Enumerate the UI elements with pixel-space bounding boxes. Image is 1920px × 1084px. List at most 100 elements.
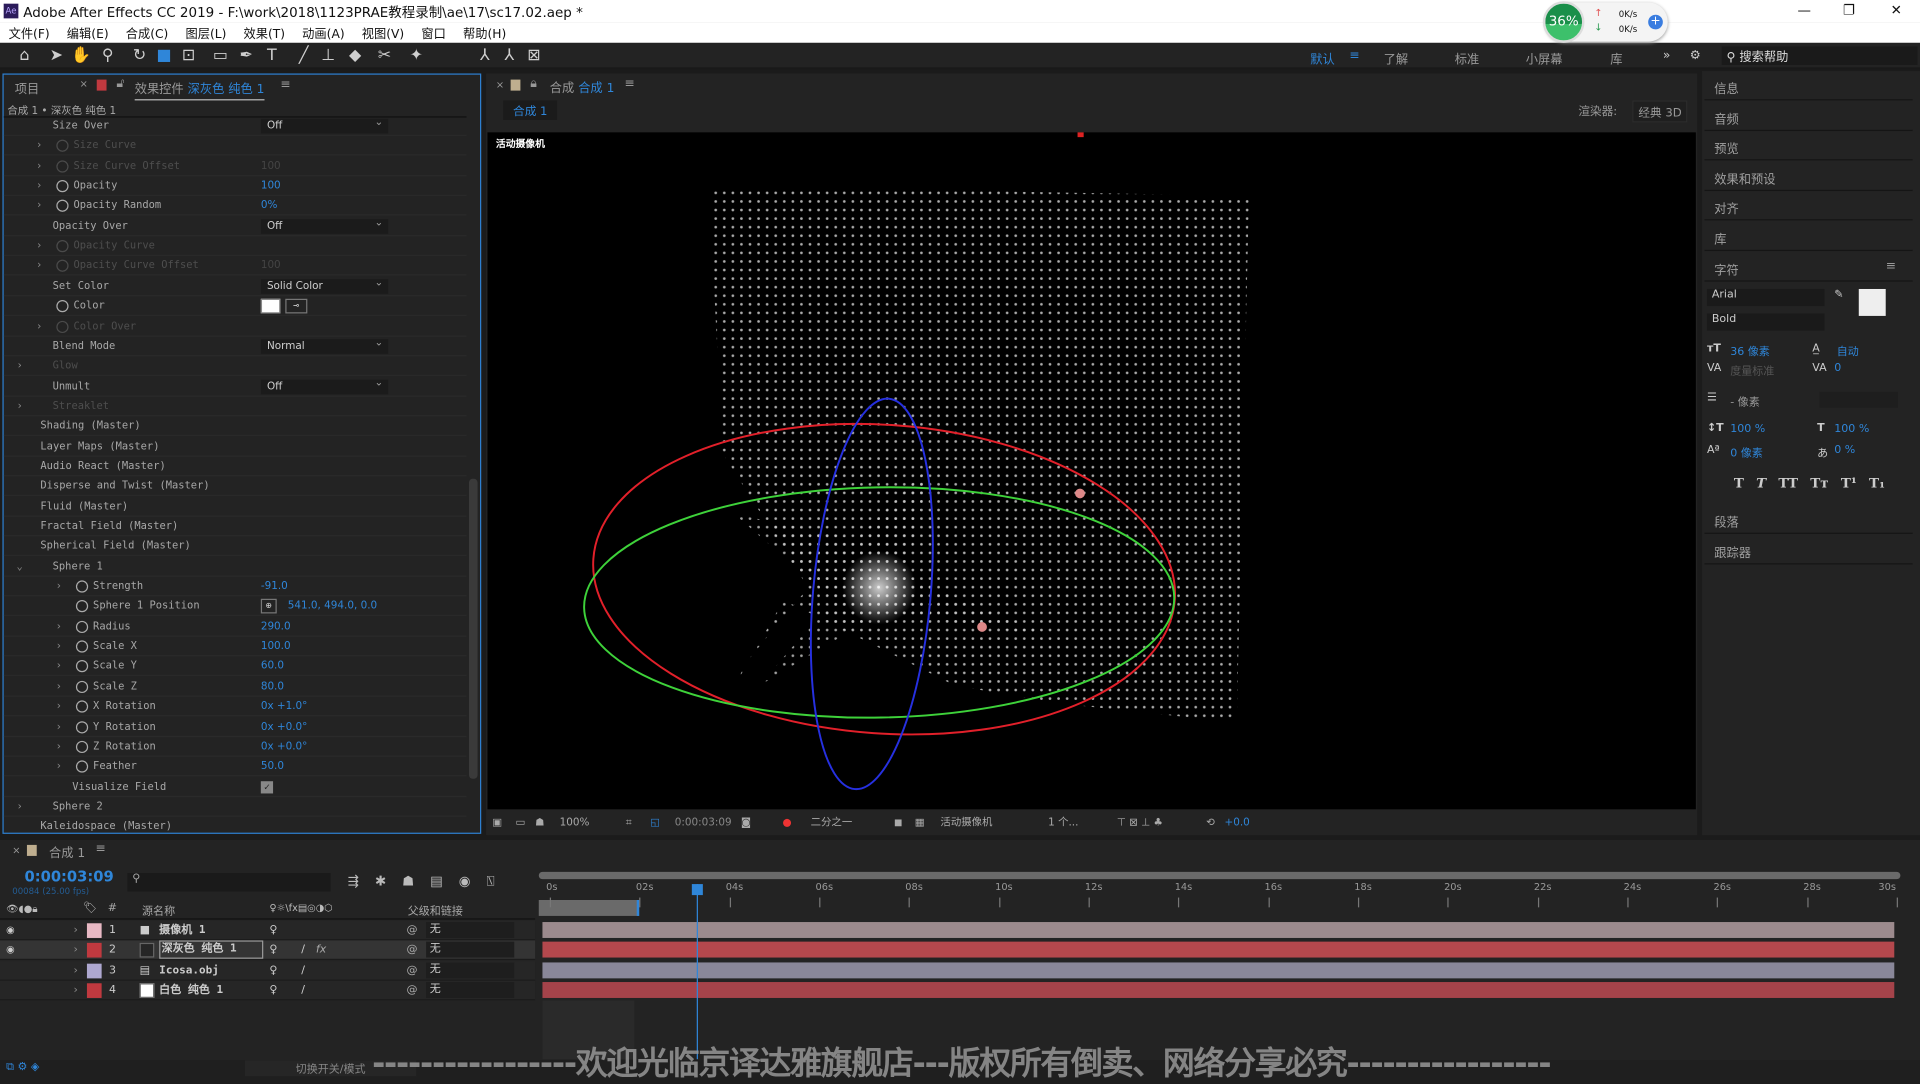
chevron-right-icon[interactable]: › (33, 176, 45, 196)
text-style-button[interactable]: TT (1778, 475, 1798, 491)
panel-header-6[interactable]: 字符 (1704, 252, 1913, 282)
chevron-right-icon[interactable]: › (53, 757, 65, 777)
lock-icon[interactable]: 🔓︎ (116, 77, 124, 90)
leading-value[interactable]: 自动 (1837, 343, 1859, 359)
more-workspaces[interactable]: » (1663, 49, 1671, 62)
horizontal-scale-value[interactable]: 100 % (1834, 424, 1869, 436)
menu-item[interactable]: 效果(T) (235, 22, 294, 43)
effect-property-row[interactable]: › Audio React (Master) (3, 457, 467, 477)
effect-property-row[interactable]: › Scale Y 60.0 (3, 657, 467, 677)
source-name-header[interactable]: 源名称 (142, 902, 175, 918)
property-value[interactable]: 0x +0.0° (261, 717, 308, 737)
quality-switch-icon[interactable]: / (301, 941, 305, 961)
rectangle-tool-icon[interactable]: ▭ (211, 47, 231, 67)
layer-name[interactable]: 白色 纯色 1 (159, 981, 223, 1001)
workspace-menu-icon[interactable]: ≡ (1349, 49, 1359, 62)
axis-local-tool-icon[interactable]: ⅄ (475, 47, 495, 67)
pen-tool-icon[interactable]: ✒ (236, 47, 256, 67)
chevron-right-icon[interactable]: › (4, 817, 6, 833)
views-select[interactable]: 1 个... (1048, 812, 1078, 834)
resolution-select[interactable]: 二分之一 (811, 812, 853, 834)
parent-header[interactable]: 父级和链接 (408, 902, 463, 918)
layer-row[interactable]: ◉ › 2 深灰色 纯色 1 ♀ / fx @ 无 (0, 940, 536, 961)
property-value[interactable]: 0x +1.0° (261, 697, 308, 717)
chevron-right-icon[interactable]: › (53, 737, 65, 757)
playhead-handle[interactable] (692, 884, 704, 896)
stopwatch-icon[interactable] (56, 180, 69, 193)
crosshair-icon[interactable]: ⊕ (260, 599, 277, 614)
expand-chevron-icon[interactable]: › (73, 941, 77, 961)
quality-switch-icon[interactable]: / (301, 961, 305, 981)
property-dropdown[interactable]: Off (260, 375, 389, 394)
color-channels-icon[interactable]: ● (782, 812, 791, 834)
rotate-tool-icon[interactable]: ↻ (130, 47, 150, 67)
property-value[interactable]: 0x +0.0° (261, 737, 308, 757)
baseline-shift-value[interactable]: 0 像素 (1730, 444, 1763, 460)
effect-property-row[interactable]: › Disperse and Twist (Master) (3, 477, 467, 497)
eyedropper-icon[interactable]: ✎ (1834, 289, 1843, 301)
selection-tool-icon[interactable]: ➤ (47, 47, 67, 67)
stopwatch-icon[interactable] (75, 760, 89, 773)
effect-property-row[interactable]: › Y Rotation 0x +0.0° (3, 717, 467, 737)
tab-close-icon[interactable]: × (80, 78, 88, 89)
eyedropper-icon[interactable]: ⊸ (285, 298, 308, 314)
text-style-button[interactable]: T (1734, 475, 1744, 491)
chevron-right-icon[interactable]: › (53, 617, 65, 637)
tracking-value[interactable]: 0 (1834, 362, 1841, 374)
menu-item[interactable]: 合成(C) (117, 22, 177, 43)
layer-duration-bar[interactable] (542, 922, 1895, 938)
property-value[interactable]: 100 (261, 256, 281, 276)
text-style-button[interactable]: T (1756, 475, 1766, 491)
text-style-button[interactable]: Tт (1810, 475, 1828, 491)
effect-property-row[interactable]: ⌄ Spherical Field (Master) (3, 537, 467, 557)
stopwatch-icon[interactable] (75, 700, 89, 713)
effect-property-row[interactable]: Set Color Solid Color (3, 275, 467, 297)
puppet-tool-icon[interactable]: ✦ (407, 47, 427, 67)
effect-property-row[interactable]: Blend Mode Normal (3, 335, 467, 357)
exposure-reset-icon[interactable]: ⟲ (1206, 812, 1215, 834)
effect-property-row[interactable]: › Streaklet (3, 397, 467, 417)
menu-item[interactable]: 图层(L) (177, 22, 235, 43)
exposure-value[interactable]: +0.0 (1224, 812, 1249, 834)
effect-property-row[interactable]: › Layer Maps (Master) (3, 437, 467, 457)
timeline-tab[interactable]: 合成 1 (49, 842, 85, 860)
chevron-right-icon[interactable]: › (53, 637, 65, 657)
effect-property-row[interactable]: › X Rotation 0x +1.0° (3, 697, 467, 717)
shy-switch-icon[interactable]: ♀ (269, 941, 277, 961)
workspace-3[interactable]: 小屏幕 (1526, 49, 1563, 67)
stopwatch-icon[interactable] (75, 680, 89, 693)
expand-chevron-icon[interactable]: › (73, 961, 77, 981)
workspace-0[interactable]: 默认 (1310, 49, 1334, 67)
effect-property-row[interactable]: › Feather 50.0 (3, 757, 467, 777)
property-value[interactable]: 541.0, 494.0, 0.0 (288, 597, 377, 617)
panel-header-1[interactable]: 音频 (1704, 101, 1913, 131)
clone-stamp-tool-icon[interactable]: ⊥ (318, 47, 338, 67)
close-button[interactable]: ✕ (1891, 2, 1902, 18)
effect-property-row[interactable]: › Kaleidospace (Master) (4, 817, 467, 833)
property-value[interactable]: 100 (261, 156, 281, 176)
chevron-right-icon[interactable]: › (4, 497, 6, 517)
chevron-right-icon[interactable]: › (33, 156, 45, 176)
panel-menu-icon[interactable]: ≡ (96, 842, 106, 855)
effect-property-row[interactable]: › Opacity Random 0% (3, 196, 467, 216)
panel-header-bottom-1[interactable]: 跟踪器 (1704, 535, 1913, 564)
effect-property-row[interactable]: Color ⊸ (3, 296, 467, 317)
chevron-down-icon[interactable]: ⌄ (4, 537, 6, 557)
expand-chevron-icon[interactable]: › (73, 981, 77, 1001)
shy-switch-icon[interactable]: ♀ (269, 981, 277, 1001)
transparency-grid-icon[interactable]: ▦ (915, 812, 925, 834)
stopwatch-icon[interactable] (56, 320, 69, 333)
menu-item[interactable]: 窗口 (413, 22, 455, 43)
chevron-right-icon[interactable]: › (53, 657, 65, 677)
panel-header-0[interactable]: 信息 (1704, 71, 1913, 101)
effect-property-row[interactable]: › Glow (3, 357, 467, 377)
effect-property-row[interactable]: › Size Curve Offset 100 (3, 156, 467, 176)
effect-property-row[interactable]: Visualize Field ✓ (3, 777, 467, 797)
toggle-icons[interactable]: ⊤ ⊠ ⊥ ♣ (1117, 812, 1163, 834)
layer-name[interactable]: Icosa.obj (159, 961, 219, 981)
pickwhip-icon[interactable]: @ (407, 941, 418, 961)
chevron-right-icon[interactable]: › (4, 477, 6, 497)
stopwatch-icon[interactable] (75, 620, 89, 633)
layer-duration-bar[interactable] (542, 982, 1895, 999)
panel-menu-icon[interactable]: ≡ (280, 78, 290, 91)
